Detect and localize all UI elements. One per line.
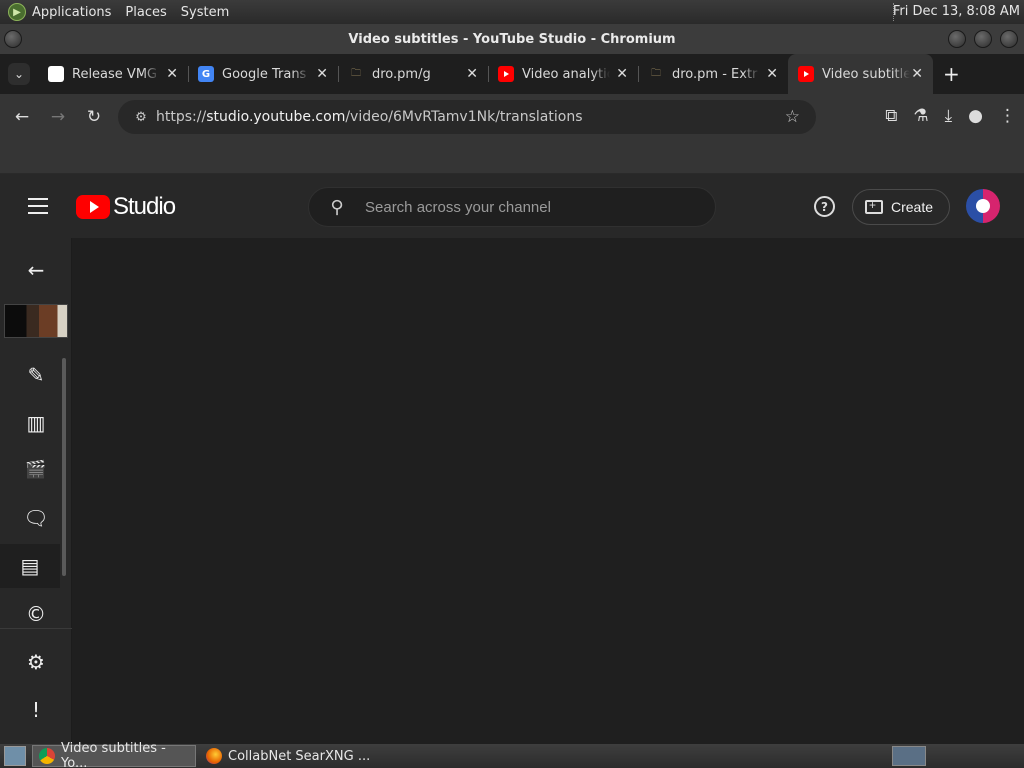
tab-label: dro.pm - Extr <box>672 66 758 82</box>
top-panel: ▶ Applications Places System Fri Dec 13,… <box>0 0 1024 24</box>
tab-search-chevron-icon[interactable]: ⌄ <box>8 63 30 85</box>
studio-header: Studio ⚲ ? Create <box>0 174 1024 238</box>
create-button[interactable]: Create <box>852 189 950 225</box>
rail-scrollbar[interactable] <box>62 358 66 576</box>
close-window-button[interactable] <box>1000 30 1018 48</box>
minimize-button[interactable] <box>948 30 966 48</box>
search-icon[interactable]: ⚲ <box>309 197 365 218</box>
forward-icon[interactable]: → <box>40 107 76 127</box>
avatar[interactable] <box>966 189 1000 223</box>
back-icon[interactable]: ← <box>4 107 40 127</box>
places-menu[interactable]: Places <box>125 5 166 20</box>
main-content <box>72 238 1024 744</box>
workspace-switcher[interactable] <box>892 746 926 766</box>
tab-label: Video subtitle <box>822 66 910 82</box>
tab-dro-pm-extract[interactable]: 🗀 dro.pm - Extr ✕ <box>638 54 788 94</box>
extensions-puzzle-icon[interactable]: ⧉ <box>885 106 897 126</box>
tab-close-icon[interactable]: ✕ <box>766 66 778 82</box>
tab-label: Video analytic <box>522 66 610 82</box>
new-tab-plus-icon[interactable]: + <box>943 62 960 86</box>
folder-icon: 🗀 <box>351 67 361 79</box>
tab-close-icon[interactable]: ✕ <box>616 66 628 82</box>
youtube-play-icon <box>76 195 110 219</box>
taskbar-item-searxng[interactable]: CollabNet SearXNG ... <box>200 745 376 767</box>
downloads-icon[interactable]: ⤓ <box>945 106 953 126</box>
browser-toolbar: ← → ↻ ⚙ https://studio.youtube.com/video… <box>0 94 1024 140</box>
taskbar-item-label: Video subtitles - Yo... <box>61 741 166 768</box>
taskbar-item-video-subtitles[interactable]: Video subtitles - Yo... <box>32 741 196 768</box>
tab-close-icon[interactable]: ✕ <box>166 66 178 82</box>
settings-gear-icon[interactable]: ⚙ <box>14 640 58 684</box>
kebab-menu-icon[interactable]: ⋮ <box>999 106 1016 126</box>
comments-icon[interactable]: 🗨 <box>14 496 58 540</box>
address-bar[interactable]: ⚙ https://studio.youtube.com/video/6MvRT… <box>118 100 816 134</box>
taskbar-item-label: CollabNet SearXNG ... <box>228 748 371 764</box>
studio-logo[interactable]: Studio <box>76 193 176 221</box>
taskbar: Video subtitles - Yo... CollabNet SearXN… <box>0 741 1024 768</box>
url-host: studio.youtube.com <box>206 109 346 125</box>
clock[interactable]: Fri Dec 13, 8:08 AM <box>893 4 1020 19</box>
create-video-icon <box>865 198 883 214</box>
tab-close-icon[interactable]: ✕ <box>466 66 478 82</box>
tab-close-icon[interactable]: ✕ <box>911 66 923 82</box>
toolbar-icons: ⧉ ⚗ ⤓ ● ⋮ <box>885 106 1016 126</box>
create-label: Create <box>891 199 934 215</box>
system-menu[interactable]: System <box>181 5 229 20</box>
editor-clapper-icon[interactable]: 🎬 <box>14 448 58 492</box>
video-thumbnail[interactable] <box>4 304 68 338</box>
back-arrow-icon[interactable]: ← <box>14 248 58 292</box>
rail-divider <box>0 628 72 629</box>
channel-search[interactable]: ⚲ <box>308 187 716 227</box>
feedback-icon[interactable]: ! <box>14 688 58 732</box>
tab-google-translate[interactable]: G Google Trans ✕ <box>188 54 339 94</box>
tab-strip: ⌄ Release VMG ✕ G Google Trans ✕ 🗀 dro.p… <box>0 54 1024 94</box>
tab-label: Google Trans <box>222 66 307 82</box>
studio-logo-text: Studio <box>113 193 176 220</box>
copyright-icon[interactable]: © <box>14 592 58 636</box>
analytics-icon[interactable]: ▥ <box>14 401 58 445</box>
youtube-icon <box>798 66 814 82</box>
reload-icon[interactable]: ↻ <box>76 107 112 127</box>
gnome-foot-icon[interactable]: ▶ <box>8 3 26 21</box>
profile-icon[interactable]: ● <box>968 106 983 126</box>
url-text[interactable]: https://studio.youtube.com/video/6MvRTam… <box>156 109 583 125</box>
youtube-icon <box>498 66 514 82</box>
firefox-icon <box>206 748 222 764</box>
google-translate-icon: G <box>198 66 214 82</box>
bookmark-star-icon[interactable]: ☆ <box>785 107 800 127</box>
window-title: Video subtitles - YouTube Studio - Chrom… <box>348 31 676 47</box>
tab-label: dro.pm/g <box>372 66 431 82</box>
subtitles-icon[interactable]: ▤ <box>0 544 60 588</box>
tab-label: Release VMG <box>72 66 158 82</box>
window-menu-button[interactable] <box>4 30 22 48</box>
window-titlebar[interactable]: Video subtitles - YouTube Studio - Chrom… <box>0 24 1024 54</box>
tab-dro-pm-g[interactable]: 🗀 dro.pm/g ✕ <box>338 54 489 94</box>
url-scheme: https:// <box>156 109 207 125</box>
folder-icon: 🗀 <box>651 67 661 79</box>
help-icon[interactable]: ? <box>814 196 835 217</box>
tab-close-icon[interactable]: ✕ <box>316 66 328 82</box>
url-path: /video/6MvRTamv1Nk/translations <box>345 109 583 125</box>
search-input[interactable] <box>365 198 695 216</box>
maximize-button[interactable] <box>974 30 992 48</box>
left-rail: ← ✎ ▥ 🎬 🗨 ▤ © ⚙ ! <box>0 238 72 744</box>
tab-release-vmg[interactable]: Release VMG ✕ <box>38 54 189 94</box>
chromium-icon <box>39 748 55 764</box>
show-desktop-icon[interactable] <box>4 746 26 766</box>
bookmarks-bar <box>0 140 1024 174</box>
tab-video-subtitles[interactable]: Video subtitle ✕ <box>788 54 933 94</box>
labs-flask-icon[interactable]: ⚗ <box>913 106 928 126</box>
tab-video-analytics[interactable]: Video analytic ✕ <box>488 54 639 94</box>
github-icon <box>48 66 64 82</box>
applications-menu[interactable]: Applications <box>32 5 111 20</box>
edit-pencil-icon[interactable]: ✎ <box>14 353 58 397</box>
site-info-icon[interactable]: ⚙ <box>126 110 156 125</box>
hamburger-menu-icon[interactable] <box>28 198 48 219</box>
